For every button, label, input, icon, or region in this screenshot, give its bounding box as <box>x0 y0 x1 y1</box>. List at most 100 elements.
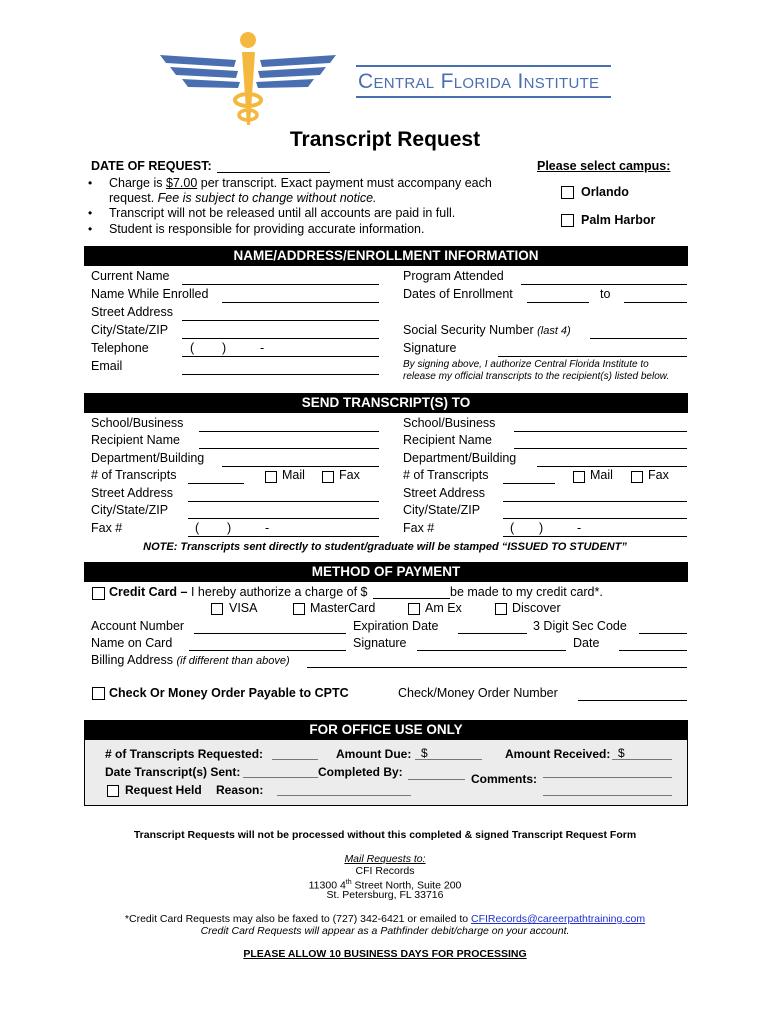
date-sent-field[interactable] <box>243 777 318 778</box>
city-state-zip-field[interactable] <box>182 338 379 339</box>
name-on-card-field[interactable] <box>189 650 346 651</box>
comments-field-line1[interactable] <box>543 777 672 778</box>
label-sec-code: 3 Digit Sec Code <box>533 619 627 633</box>
request-held-checkbox[interactable] <box>107 785 119 797</box>
send2-city-field[interactable] <box>503 518 687 519</box>
label-card-signature: Signature <box>353 636 407 650</box>
num-requested-field[interactable] <box>272 759 318 760</box>
campus-orlando-label: Orlando <box>581 185 629 199</box>
label-completed-by: Completed By: <box>318 765 403 779</box>
label-expiration-date: Expiration Date <box>353 619 439 633</box>
send1-street-field[interactable] <box>188 501 379 502</box>
reason-field[interactable] <box>277 795 411 796</box>
telephone-field[interactable] <box>182 356 379 357</box>
amount-due-field[interactable] <box>415 759 482 760</box>
send2-label-num-transcripts: # of Transcripts <box>403 468 489 482</box>
bullet-icon: • <box>88 206 93 220</box>
label-program-attended: Program Attended <box>403 269 504 283</box>
send2-fax-dash: - <box>577 521 582 535</box>
section-header-enrollment: NAME/ADDRESS/ENROLLMENT INFORMATION <box>84 246 688 266</box>
charge-amount-field[interactable] <box>373 598 450 599</box>
discover-checkbox[interactable] <box>495 603 507 615</box>
send2-street-field[interactable] <box>503 501 687 502</box>
fee-notice: Fee is subject to change without notice. <box>157 191 377 205</box>
pathfinder-note: Credit Card Requests will appear as a Pa… <box>200 925 570 937</box>
expiration-date-field[interactable] <box>458 633 527 634</box>
send1-school-field[interactable] <box>199 431 379 432</box>
send2-label-street: Street Address <box>403 486 485 500</box>
label-city-state-zip: City/State/ZIP <box>91 323 169 337</box>
amount-received-field[interactable] <box>612 759 672 760</box>
send1-mail-label: Mail <box>282 468 305 482</box>
amex-checkbox[interactable] <box>408 603 420 615</box>
send2-fax-field[interactable] <box>503 536 687 537</box>
card-signature-field[interactable] <box>417 650 566 651</box>
send2-mail-checkbox[interactable] <box>573 471 585 483</box>
label-to: to <box>600 287 611 301</box>
completed-by-field[interactable] <box>408 779 465 780</box>
account-number-field[interactable] <box>194 633 346 634</box>
send1-fax-paren-open: ( <box>195 521 200 535</box>
name-while-enrolled-field[interactable] <box>222 302 379 303</box>
send1-label-city: City/State/ZIP <box>91 503 169 517</box>
credit-card-authorization-end: be made to my credit card*. <box>450 585 603 599</box>
campus-orlando-checkbox[interactable] <box>561 186 574 199</box>
sec-code-field[interactable] <box>639 633 687 634</box>
enrollment-end-field[interactable] <box>624 302 687 303</box>
enrollment-start-field[interactable] <box>527 302 589 303</box>
send1-recipient-field[interactable] <box>199 448 379 449</box>
check-number-field[interactable] <box>578 700 687 701</box>
credit-card-authorization: Credit Card – I hereby authorize a charg… <box>109 585 368 599</box>
send2-mail-label: Mail <box>590 468 613 482</box>
credit-card-checkbox[interactable] <box>92 587 105 600</box>
send1-fax-field[interactable] <box>188 536 379 537</box>
records-email-link[interactable]: CFIRecords@careerpathtraining.com <box>471 913 645 925</box>
send1-label-department: Department/Building <box>91 451 205 465</box>
current-name-field[interactable] <box>182 284 379 285</box>
program-attended-field[interactable] <box>521 284 687 285</box>
street-address-field[interactable] <box>182 320 379 321</box>
campus-palm-harbor-checkbox[interactable] <box>561 214 574 227</box>
send2-fax-checkbox[interactable] <box>631 471 643 483</box>
bullet-accuracy: Student is responsible for providing acc… <box>109 222 425 236</box>
mastercard-checkbox[interactable] <box>293 603 305 615</box>
label-reason: Reason: <box>216 783 264 797</box>
send2-num-transcripts-field[interactable] <box>503 483 555 484</box>
send2-school-field[interactable] <box>514 431 687 432</box>
send2-fax-paren-open: ( <box>510 521 515 535</box>
comments-field-line2[interactable] <box>543 795 672 796</box>
send2-department-field[interactable] <box>537 466 687 467</box>
billing-address-field[interactable] <box>307 667 687 668</box>
mastercard-label: MasterCard <box>310 601 376 615</box>
send1-department-field[interactable] <box>222 466 379 467</box>
send2-label-city: City/State/ZIP <box>403 503 481 517</box>
send2-fax-label: Fax <box>648 468 669 482</box>
bullet-icon: • <box>88 176 93 190</box>
bullet-accounts: Transcript will not be released until al… <box>109 206 456 220</box>
logo-rule-top <box>356 65 611 67</box>
send1-fax-checkbox[interactable] <box>322 471 334 483</box>
section-header-office: FOR OFFICE USE ONLY <box>84 720 688 740</box>
send1-label-fax: Fax # <box>91 521 123 535</box>
send1-mail-checkbox[interactable] <box>265 471 277 483</box>
email-field[interactable] <box>182 374 379 375</box>
send1-fax-paren-close: ) <box>227 521 232 535</box>
send2-recipient-field[interactable] <box>514 448 687 449</box>
send1-num-transcripts-field[interactable] <box>188 483 244 484</box>
send1-city-field[interactable] <box>188 518 379 519</box>
signature-field[interactable] <box>498 356 687 357</box>
campus-heading: Please select campus: <box>537 159 671 173</box>
page-title: Transcript Request <box>289 128 481 151</box>
date-of-request-field[interactable] <box>217 172 330 173</box>
processing-days-notice: PLEASE ALLOW 10 BUSINESS DAYS FOR PROCES… <box>243 948 527 960</box>
send1-label-recipient: Recipient Name <box>91 433 180 447</box>
ssn-field[interactable] <box>590 338 687 339</box>
amex-label: Am Ex <box>425 601 462 615</box>
label-billing-address: Billing Address (if different than above… <box>91 653 290 667</box>
card-date-field[interactable] <box>619 650 687 651</box>
label-name-on-card: Name on Card <box>91 636 173 650</box>
send1-fax-label: Fax <box>339 468 360 482</box>
check-money-order-checkbox[interactable] <box>92 687 105 700</box>
check-money-order-label: Check Or Money Order Payable to CPTC <box>109 686 349 700</box>
visa-checkbox[interactable] <box>211 603 223 615</box>
